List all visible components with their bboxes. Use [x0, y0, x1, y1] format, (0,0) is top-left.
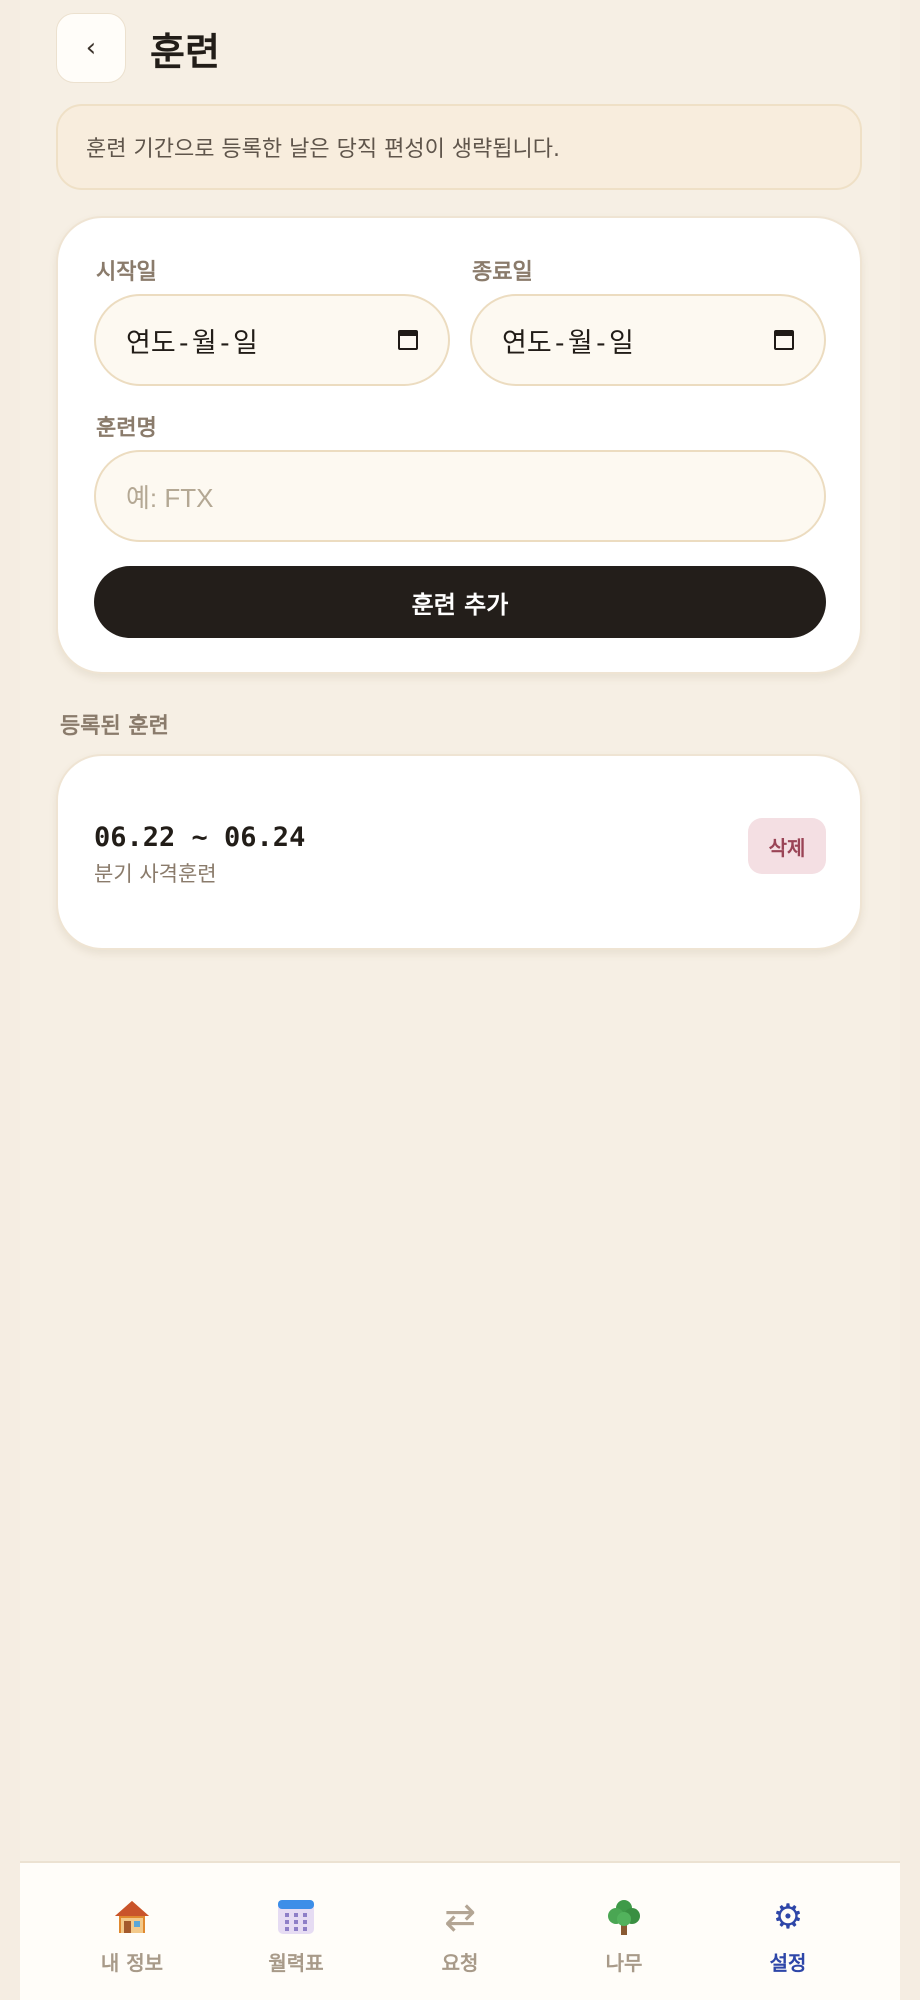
start-date-input[interactable]: 연도-월-일	[94, 294, 450, 386]
training-name: 분기 사격훈련	[94, 862, 217, 886]
training-name-input[interactable]: 예: FTX	[94, 450, 826, 542]
swap-arrows-icon: ⇄	[444, 1895, 476, 1939]
nav-label: 월력표	[268, 1951, 324, 1975]
nav-item-request[interactable]: ⇄ 요청	[400, 1863, 520, 2000]
add-training-button[interactable]: 훈련 추가	[94, 566, 826, 638]
training-date-range: 06.22 ~ 06.24	[94, 822, 306, 853]
training-name-label: 훈련명	[96, 416, 157, 441]
page-header: ‹ 훈련	[56, 12, 220, 84]
add-training-form: 시작일 연도-월-일 종료일 연도-월-일 훈련명 예: FTX 훈련 추가	[56, 216, 862, 674]
training-list-item: 06.22 ~ 06.24 분기 사격훈련 삭제	[56, 754, 862, 950]
calendar-icon[interactable]	[774, 330, 794, 350]
nav-label: 나무	[605, 1951, 643, 1975]
end-date-input[interactable]: 연도-월-일	[470, 294, 826, 386]
training-name-placeholder: 예: FTX	[126, 482, 214, 513]
house-icon	[112, 1897, 152, 1937]
info-notice: 훈련 기간으로 등록한 날은 당직 편성이 생략됩니다.	[56, 104, 862, 190]
back-button[interactable]: ‹	[56, 13, 126, 83]
end-date-label: 종료일	[472, 260, 533, 285]
nav-item-settings[interactable]: ⚙ 설정	[728, 1863, 848, 2000]
app-screen: ‹ 훈련 훈련 기간으로 등록한 날은 당직 편성이 생략됩니다. 시작일 연도…	[20, 0, 900, 2000]
nav-item-tree[interactable]: 나무	[564, 1863, 684, 2000]
nav-label: 설정	[769, 1951, 807, 1975]
bottom-nav: 내 정보 월력표 ⇄ 요청 나무 ⚙ 설정	[20, 1861, 900, 2000]
calendar-grid-icon	[276, 1897, 316, 1937]
registered-section-title: 등록된 훈련	[60, 714, 169, 739]
start-date-value: 연도-월-일	[126, 327, 258, 359]
calendar-icon[interactable]	[398, 330, 418, 350]
nav-label: 요청	[441, 1951, 479, 1975]
page-title: 훈련	[150, 29, 220, 74]
chevron-left-icon: ‹	[85, 33, 97, 63]
nav-item-calendar[interactable]: 월력표	[236, 1863, 356, 2000]
start-date-label: 시작일	[96, 260, 157, 285]
gear-icon: ⚙	[772, 1897, 804, 1937]
tree-icon	[604, 1897, 644, 1937]
delete-button[interactable]: 삭제	[748, 818, 826, 874]
nav-label: 내 정보	[100, 1951, 164, 1975]
end-date-value: 연도-월-일	[502, 327, 634, 359]
notice-text: 훈련 기간으로 등록한 날은 당직 편성이 생략됩니다.	[86, 137, 560, 162]
nav-item-my-info[interactable]: 내 정보	[72, 1863, 192, 2000]
